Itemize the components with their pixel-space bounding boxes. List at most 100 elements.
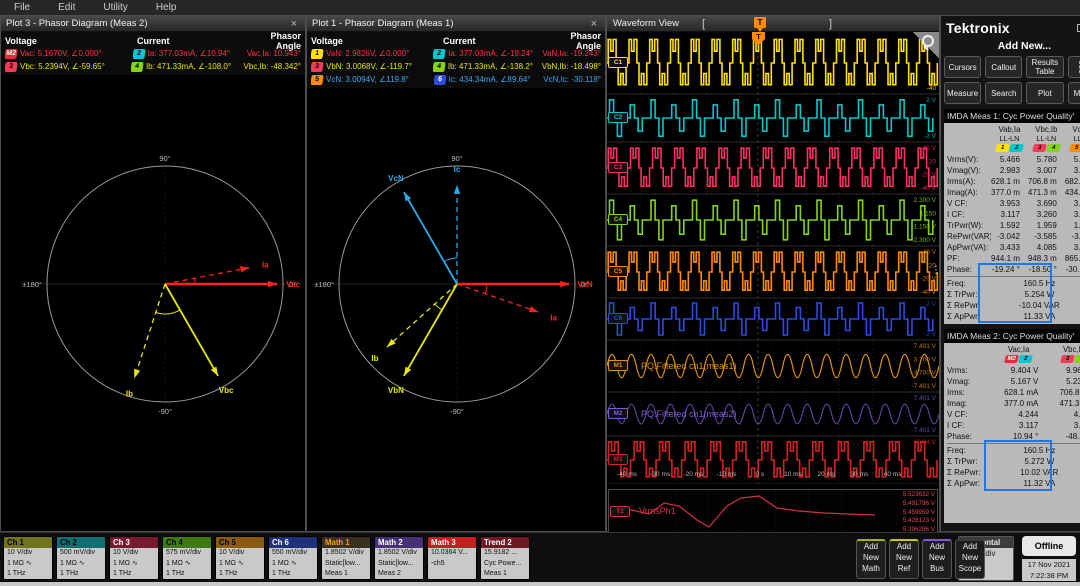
meas-value: -48.34 ° xyxy=(1065,432,1080,441)
add-new-scope-button[interactable]: Add New Scope xyxy=(955,539,985,579)
meas-value: 948.3 m xyxy=(1027,254,1057,263)
sidebar-button-plot[interactable]: Plot xyxy=(1026,82,1064,104)
meas-value: -3.042 xyxy=(997,232,1020,241)
add-new-bus-button[interactable]: Add New Bus xyxy=(922,539,952,579)
channel-chip-c2[interactable]: C2 xyxy=(608,112,628,123)
channel-chip-c1[interactable]: C1 xyxy=(608,57,628,68)
zoom-magnifier-icon[interactable] xyxy=(913,32,939,58)
channel-chip-c3[interactable]: C3 xyxy=(608,162,628,173)
meas-value: 377.0 m xyxy=(991,188,1020,197)
scale-label: 3.700 V xyxy=(914,356,937,363)
meas-value: 3.813 xyxy=(1073,243,1080,252)
current-text: Ib: 471.33mA, ∠-108.0° xyxy=(145,62,232,71)
current-readout: 2 Ia: 377.03mA, ∠-19.24° xyxy=(433,48,542,59)
waveform-title-bar[interactable]: Waveform View [ T ] xyxy=(607,16,939,32)
meas-value: 3.117 xyxy=(1000,210,1020,219)
voltage-readout: 3 Vbc: 5.2394V, ∠-59.65° xyxy=(5,61,131,72)
sidebar-button-cursors[interactable]: Cursors xyxy=(944,56,982,78)
trend-subpanel[interactable]: T2 VrmsPh1 5.523632 V 5.491796 V 5.459959 V5… xyxy=(608,489,938,535)
offline-button[interactable]: Offline xyxy=(1022,536,1076,556)
channel-chip-c4[interactable]: C4 xyxy=(608,214,628,225)
channel-badge: 4 xyxy=(432,61,446,72)
meas-value: 5.272 W xyxy=(1024,457,1055,466)
meas-value: 3.831 xyxy=(1073,199,1080,208)
meas-value: 4.244 xyxy=(1018,410,1039,419)
meas-row-label: TrPwr(W): xyxy=(947,221,984,230)
current-readout: 4 Ib: 471.33mA, ∠-108.0° xyxy=(130,61,244,72)
badge-math3[interactable]: Math 3 10.0364 V... -ch5 xyxy=(427,536,477,580)
close-plot-icon[interactable]: × xyxy=(588,17,600,31)
badge-math2[interactable]: Math 2 1.8502 V/div Static[low... Meas 2 xyxy=(374,536,424,580)
phasor-readout-table: Voltage Current Phasor Angle 1 VaN: 2.9826V,… xyxy=(307,31,605,88)
badge-ch6[interactable]: Ch 6 550 mV/div 1 MΩ ∿ 1 THz xyxy=(268,536,318,580)
badge-name: Trend 2 xyxy=(481,537,529,548)
badge-setting-line: 10.0364 V... xyxy=(431,549,469,556)
badge-ch3[interactable]: Ch 3 10 V/div 1 MΩ ∿ 1 THz xyxy=(109,536,159,580)
waveform-trace-c6 xyxy=(607,302,934,336)
meas-value: 628.1 mA xyxy=(1004,388,1039,397)
scale-label: 7.401 V xyxy=(914,343,937,350)
badge-settings: 575 mV/div 1 MΩ ∿ 1 THz xyxy=(163,548,211,579)
waveform-graticule[interactable]: -20-402 V-2 V40 V20-20 V-40 V2.300 V1.15… xyxy=(606,32,941,489)
channel-chip-t2[interactable]: T2 xyxy=(610,506,630,517)
channel-chip-m1[interactable]: M1 xyxy=(608,360,628,371)
meas-row: RePwr(VAR): -3.042 -3.585 -3.411 xyxy=(947,231,1080,242)
meas-value: 3.260 xyxy=(1073,421,1080,430)
trigger-flag-icon[interactable]: T xyxy=(754,17,766,32)
meas-row-label: V CF: xyxy=(947,199,968,208)
zoom-bracket-open-icon[interactable]: [ xyxy=(702,16,705,32)
menu-item-utility[interactable]: Utility xyxy=(89,0,141,15)
add-new-ref-button[interactable]: Add New Ref xyxy=(889,539,919,579)
meas-value: 160.5 Hz xyxy=(1023,279,1056,288)
trend-value: 5.523632 V xyxy=(902,491,935,498)
panel-drag-handle[interactable]: ⋮ xyxy=(931,266,941,276)
sidebar-button-results-table[interactable]: Results Table xyxy=(1026,56,1064,78)
channel-chip-c5[interactable]: C5 xyxy=(608,266,628,277)
badge-ch2[interactable]: Ch 2 500 mV/div 1 MΩ ∿ 1 THz xyxy=(56,536,106,580)
channel-chip-m2[interactable]: M2 xyxy=(608,408,628,419)
channel-chip-c6[interactable]: C6 xyxy=(608,313,628,324)
meas-table-title: IMDA Meas 1: Cyc Power Quality' xyxy=(944,109,1080,123)
phasor-readout-table: Voltage Current Phasor Angle M2 Vac: 5.1670V… xyxy=(1,31,305,75)
zoom-bracket-close-icon[interactable]: ] xyxy=(829,16,832,32)
channel-chip-m3[interactable]: M3 xyxy=(608,454,628,465)
badge-ch4[interactable]: Ch 4 575 mV/div 1 MΩ ∿ 1 THz xyxy=(162,536,212,580)
sidebar-button-search[interactable]: Search xyxy=(985,82,1023,104)
menu-item-file[interactable]: File xyxy=(0,0,44,15)
add-new-math-button[interactable]: Add New Math xyxy=(856,539,886,579)
menu-item-help[interactable]: Help xyxy=(142,0,191,15)
meas-value: 5.587 xyxy=(1073,155,1080,164)
sidebar-button-measure[interactable]: Measure xyxy=(944,82,982,104)
badge-ch5[interactable]: Ch 5 10 V/div 1 MΩ ∿ 1 THz xyxy=(215,536,265,580)
badge-setting-line: Static[low... xyxy=(378,559,414,567)
phasor-vector-ia xyxy=(164,266,250,285)
close-plot-icon[interactable]: × xyxy=(288,17,300,31)
scope-application: File Edit Utility Help Plot 3 - Phasor Diag… xyxy=(0,0,1080,586)
voltage-readout: M2 Vac: 5.1670V, ∠0.000° xyxy=(5,48,133,59)
scale-label: -1.150 V xyxy=(911,224,936,231)
meas-row-label: Vrms(V): xyxy=(947,155,979,164)
badge-settings: 1.8502 V/div Static[low... Meas 1 xyxy=(322,548,370,579)
current-text: Ia: 377.03mA, ∠10.94° xyxy=(147,49,231,58)
badge-trend2[interactable]: Trend 2 15.9182 ... Cyc Powe... Meas 1 xyxy=(480,536,530,580)
meas-value: 1.592 xyxy=(999,221,1020,230)
badge-setting-line: Meas 1 xyxy=(484,570,507,577)
vector-label: Ia xyxy=(550,313,557,322)
sidebar-button-zoom-select[interactable] xyxy=(1067,56,1080,78)
current-text: Ib: 471.33mA, ∠-138.2° xyxy=(447,62,533,71)
badge-math1[interactable]: Math 1 1.8502 V/div Static[low... Meas 1 xyxy=(321,536,371,580)
sidebar-button-callout[interactable]: Callout xyxy=(985,56,1023,78)
meas-row-label: Freq: xyxy=(947,446,966,455)
scale-label: -20 V xyxy=(920,172,936,179)
badge-ch1[interactable]: Ch 1 10 V/div 1 MΩ ∿ 1 THz xyxy=(3,536,53,580)
sidebar-button-more-[interactable]: More... xyxy=(1067,82,1080,104)
phasor-angle-text: Vbc,Ib: -48.342° xyxy=(243,62,301,71)
menu-item-edit[interactable]: Edit xyxy=(44,0,89,15)
meas-row: Vmag: 5.167 V 5.239 V xyxy=(947,376,1080,387)
meas-value: 3.007 xyxy=(1036,166,1057,175)
voltage-text: Vac: 5.1670V, ∠0.000° xyxy=(20,49,102,58)
meas-value: 11.32 VA xyxy=(1023,479,1056,488)
current-readout: 6 Ic: 434.34mA, ∠89.64° xyxy=(433,74,544,85)
waveform-title: Waveform View xyxy=(613,18,679,29)
badge-setting-line: 1 THz xyxy=(219,570,238,577)
